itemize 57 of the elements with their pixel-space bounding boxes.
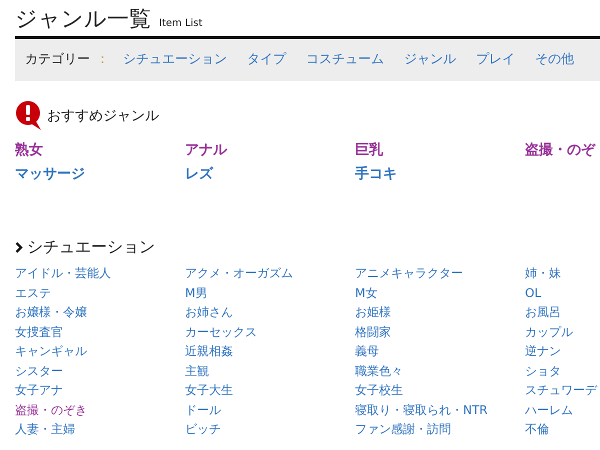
genre-link[interactable]: ビッチ xyxy=(185,422,221,436)
page-subtitle: Item List xyxy=(159,17,202,31)
genre-link[interactable]: 手コキ xyxy=(355,166,397,182)
genre-link[interactable]: アイドル・芸能人 xyxy=(15,266,111,280)
genre-link[interactable]: 主観 xyxy=(185,364,209,378)
exclamation-bubble-icon xyxy=(15,101,43,131)
genre-link[interactable]: マッサージ xyxy=(15,166,85,182)
genre-link[interactable]: M女 xyxy=(355,286,378,300)
category-link[interactable]: プレイ xyxy=(476,50,515,70)
genre-link[interactable]: 人妻・主婦 xyxy=(15,422,75,436)
section-title: おすすめジャンル xyxy=(47,106,159,126)
genre-link[interactable]: 姉・妹 xyxy=(525,266,561,280)
genre-link[interactable]: 熟女 xyxy=(15,142,43,158)
genre-link[interactable]: アニメキャラクター xyxy=(355,266,463,280)
genre-link[interactable]: ショタ xyxy=(525,364,561,378)
genre-link[interactable]: 近親相姦 xyxy=(185,344,233,358)
category-link[interactable]: シチュエーション xyxy=(123,50,227,70)
genre-link[interactable]: お姫様 xyxy=(355,305,391,319)
genre-link[interactable]: シスター xyxy=(15,364,63,378)
page-title: ジャンル一覧 xyxy=(15,9,151,31)
genre-link[interactable]: M男 xyxy=(185,286,208,300)
genre-link[interactable]: レズ xyxy=(185,166,213,182)
chevron-right-icon xyxy=(15,242,23,252)
genre-link[interactable]: 不倫 xyxy=(525,422,549,436)
genre-link[interactable]: 盗撮・のぞ xyxy=(525,142,595,158)
genre-link[interactable]: アクメ・オーガズム xyxy=(185,266,293,280)
genre-link[interactable]: キャンギャル xyxy=(15,344,87,358)
genre-link[interactable]: 女捜査官 xyxy=(15,324,63,338)
genre-link[interactable]: 女子大生 xyxy=(185,383,233,397)
genre-link[interactable]: アナル xyxy=(185,142,227,158)
genre-link[interactable]: お嬢様・令嬢 xyxy=(15,305,87,319)
genre-link[interactable]: 逆ナン xyxy=(525,344,561,358)
genre-link[interactable]: エステ xyxy=(15,286,51,300)
section-title: シチュエーション xyxy=(27,236,155,258)
genre-link[interactable]: ハーレム xyxy=(525,402,573,416)
genre-link[interactable]: 女子アナ xyxy=(15,383,63,397)
category-label: カテゴリー xyxy=(25,51,90,70)
genre-link[interactable]: 巨乳 xyxy=(355,142,383,158)
genre-link[interactable]: カップル xyxy=(525,324,573,338)
category-link[interactable]: その他 xyxy=(535,50,574,70)
separator: ： xyxy=(96,51,109,70)
genre-link[interactable]: 格闘家 xyxy=(355,324,391,338)
genre-link[interactable]: OL xyxy=(525,286,542,300)
genre-link[interactable]: 義母 xyxy=(355,344,379,358)
genre-link[interactable]: 女子校生 xyxy=(355,383,403,397)
genre-link[interactable]: ドール xyxy=(185,402,221,416)
category-link[interactable]: タイプ xyxy=(247,50,286,70)
genre-link[interactable]: お姉さん xyxy=(185,305,233,319)
genre-link[interactable]: カーセックス xyxy=(185,324,257,338)
genre-link[interactable]: スチュワーデ xyxy=(525,383,597,397)
genre-link[interactable]: ファン感謝・訪問 xyxy=(355,422,451,436)
genre-link[interactable]: 寝取り・寝取られ・NTR xyxy=(355,402,488,416)
genre-link[interactable]: お風呂 xyxy=(525,305,561,319)
genre-link[interactable]: 盗撮・のぞき xyxy=(15,402,87,416)
category-link[interactable]: ジャンル xyxy=(404,50,456,70)
genre-link[interactable]: 職業色々 xyxy=(355,364,403,378)
category-link[interactable]: コスチューム xyxy=(306,50,384,70)
